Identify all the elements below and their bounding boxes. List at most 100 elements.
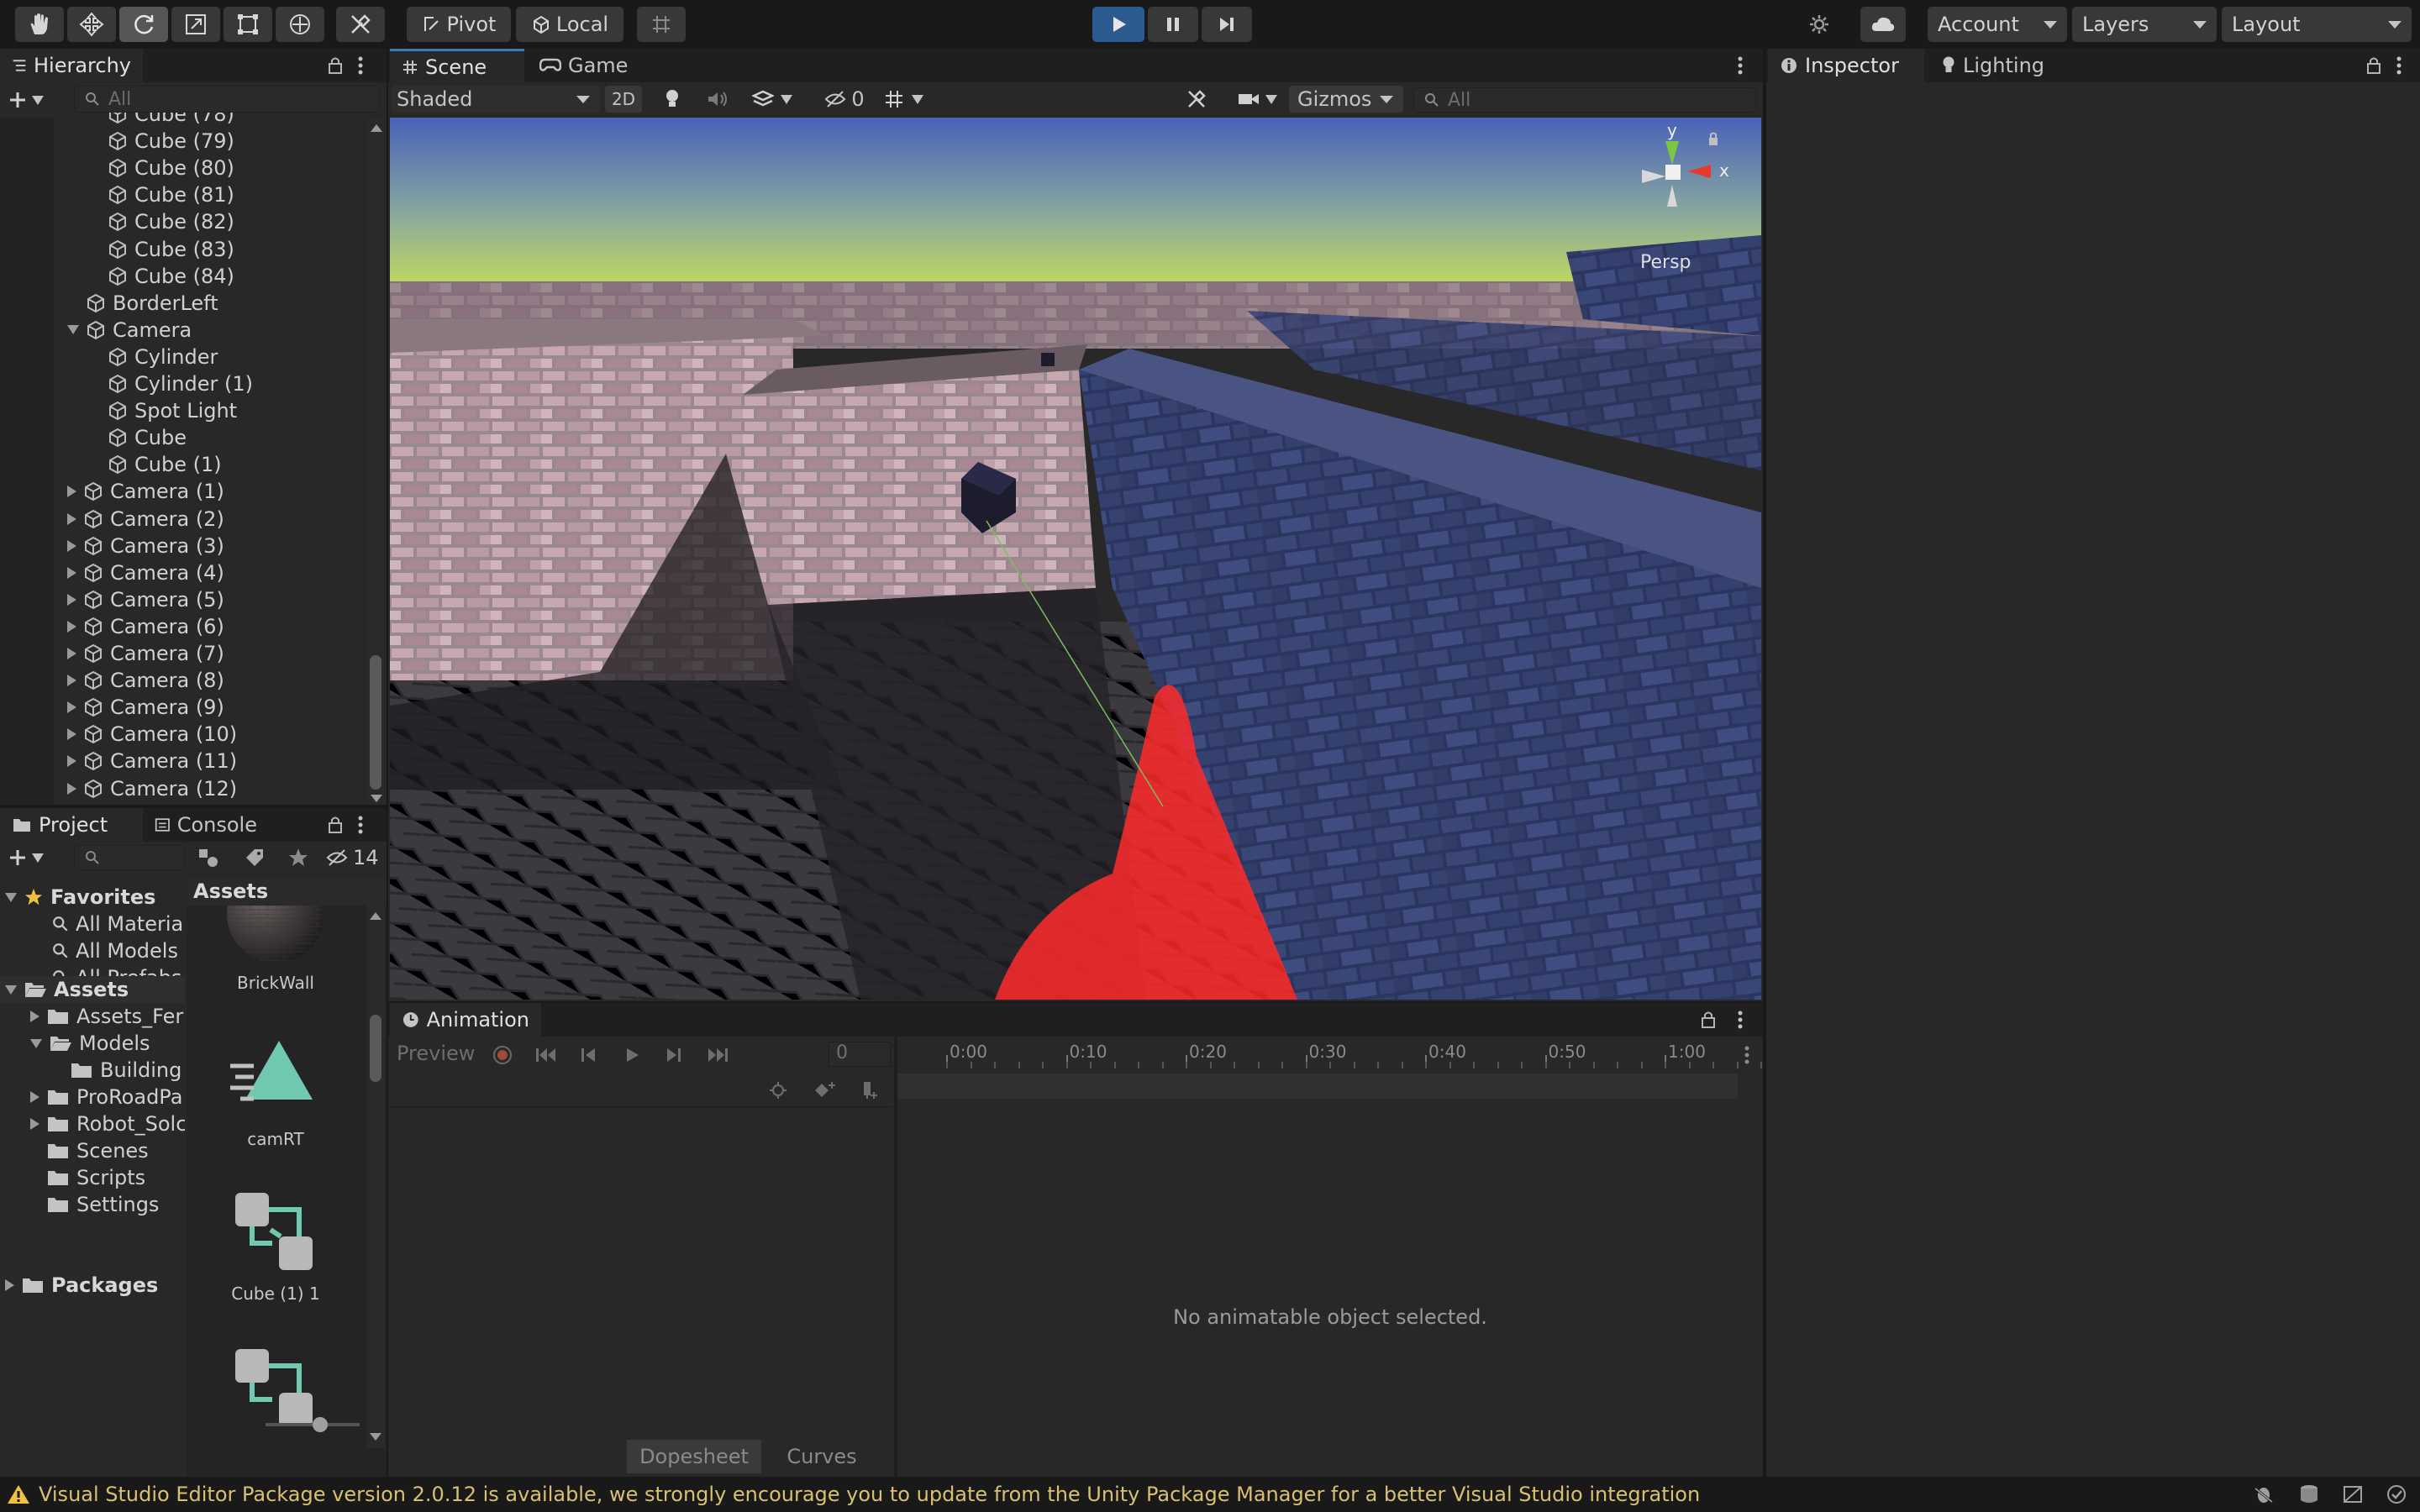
project-folder[interactable]: Building [54,1057,182,1084]
lock-icon[interactable] [326,55,345,76]
gizmos-dropdown[interactable]: Gizmos [1289,86,1403,113]
first-keyframe-icon[interactable] [534,1047,558,1063]
play-animation-icon[interactable] [623,1047,640,1063]
hierarchy-item[interactable]: Cylinder [89,344,218,370]
project-folder[interactable]: Scripts [30,1164,145,1191]
label-tag-icon[interactable] [244,847,266,869]
more-options-icon[interactable] [356,55,365,76]
tab-scene[interactable]: Scene [390,49,524,82]
hierarchy-item[interactable]: Camera (2) [67,506,224,533]
collapse-arrow-icon[interactable] [67,620,76,633]
hierarchy-item[interactable]: Cube (83) [89,236,234,263]
hidden-packages-toggle[interactable]: 14 [326,845,387,870]
hierarchy-item[interactable]: Camera (10) [67,721,237,748]
cache-server-icon[interactable] [2297,1483,2321,1505]
more-options-icon[interactable] [1736,55,1744,76]
scene-search-input[interactable]: All [1413,87,1756,113]
more-options-icon[interactable] [2395,55,2403,76]
hierarchy-item[interactable]: Camera (12) [67,775,237,802]
scroll-down-icon[interactable] [371,795,382,802]
project-folder[interactable]: Robot_Solc [30,1110,185,1137]
add-keyframe-icon[interactable] [813,1080,837,1100]
lighting-toggle[interactable] [655,86,689,113]
collapse-arrow-icon[interactable] [30,1118,39,1130]
hierarchy-item[interactable]: Camera (3) [67,533,224,559]
asset-tile[interactable]: camRT [187,1032,365,1183]
collapse-arrow-icon[interactable] [30,1091,39,1103]
collapse-arrow-icon[interactable] [67,782,76,795]
more-options-icon[interactable] [1736,1010,1744,1030]
favorites-header[interactable]: Favorites [5,884,155,911]
scene-viewport[interactable]: x y Persp [390,118,1761,1000]
scene-orientation-gizmo[interactable]: x y [1617,124,1760,242]
hierarchy-item[interactable]: Cylinder (1) [89,370,253,397]
tab-game[interactable]: Game [528,49,662,82]
hierarchy-item[interactable]: Cube (81) [89,181,234,208]
hierarchy-item[interactable]: Cube (80) [89,155,234,181]
expand-arrow-icon[interactable] [30,1038,42,1048]
asset-tile[interactable]: BrickWall [187,906,365,1032]
asset-grid-scrollbar[interactable] [366,906,385,1448]
next-keyframe-icon[interactable] [664,1047,684,1063]
project-folder[interactable]: Models [30,1030,150,1057]
tab-project[interactable]: Project [0,808,143,842]
tab-lighting[interactable]: Lighting [1929,49,2072,82]
grid-dropdown[interactable] [876,86,931,113]
collapse-arrow-icon[interactable] [67,566,76,579]
transform-tool-button[interactable] [276,7,324,42]
collapse-arrow-icon[interactable] [67,593,76,606]
draw-mode-dropdown[interactable]: Shaded [392,86,600,113]
2d-toggle[interactable]: 2D [605,86,642,113]
tab-hierarchy[interactable]: Hierarchy [0,49,143,82]
pause-button[interactable] [1148,7,1198,42]
debug-bug-icon[interactable] [2252,1483,2275,1505]
hierarchy-item[interactable]: Spot Light [89,397,237,424]
timeline-ruler[interactable]: 0:00 0:10 0:20 0:30 0:40 0:50 1:00 [897,1037,1786,1074]
asset-tile[interactable] [187,1344,365,1448]
play-button[interactable] [1092,7,1144,42]
lock-icon[interactable] [326,815,345,835]
scroll-up-icon[interactable] [370,912,381,920]
ruler-options-icon[interactable] [1743,1045,1751,1065]
asset-tile[interactable]: Cube (1) 1 [187,1188,365,1339]
collapse-arrow-icon[interactable] [67,728,76,741]
audio-toggle[interactable] [701,86,734,113]
scale-tool-button[interactable] [171,7,220,42]
hierarchy-item[interactable]: Camera (5) [67,586,224,613]
status-message[interactable]: Visual Studio Editor Package version 2.0… [39,1483,1700,1506]
hierarchy-item[interactable]: Cube (82) [89,208,234,235]
favorite-search-item[interactable]: All Models [52,937,178,964]
project-folder[interactable]: Assets_Fer [30,1003,183,1030]
pivot-toggle[interactable]: Pivot [407,7,511,42]
record-icon[interactable] [492,1045,513,1065]
collapse-arrow-icon[interactable] [67,755,76,768]
create-button[interactable] [8,87,55,113]
collapse-arrow-icon[interactable] [67,675,76,687]
hierarchy-item[interactable]: Camera (7) [67,640,224,667]
rotate-tool-button[interactable] [119,7,168,42]
collapse-arrow-icon[interactable] [67,648,76,659]
asset-grid-scroll-thumb[interactable] [370,1015,381,1082]
tab-animation[interactable]: Animation [390,1003,541,1037]
hierarchy-item[interactable]: Camera (8) [67,667,224,694]
packages-root[interactable]: Packages [5,1272,158,1299]
collapse-arrow-icon[interactable] [67,539,76,552]
hand-tool-button[interactable] [15,7,64,42]
check-circle-icon[interactable] [2385,1483,2408,1505]
preview-toggle[interactable]: Preview [397,1042,475,1065]
project-search-input[interactable] [74,845,185,870]
project-folder[interactable]: Scenes [30,1137,149,1164]
settings-button[interactable] [1797,7,1842,42]
lock-icon[interactable] [1699,1010,1718,1030]
hierarchy-item[interactable]: Cube (78) [89,113,234,128]
hierarchy-item[interactable]: Cube (84) [89,263,234,290]
step-button[interactable] [1202,7,1252,42]
favorite-search-item[interactable]: All Materia [52,911,183,937]
hierarchy-scroll-thumb[interactable] [370,655,381,790]
layers-dropdown[interactable]: Layers [2072,7,2217,42]
account-dropdown[interactable]: Account [1928,7,2067,42]
frame-input[interactable]: 0 [829,1042,891,1067]
favorite-star-icon[interactable] [287,847,309,869]
project-folder[interactable]: ProRoadPa [30,1084,182,1110]
hierarchy-item[interactable]: Camera (6) [67,613,224,640]
